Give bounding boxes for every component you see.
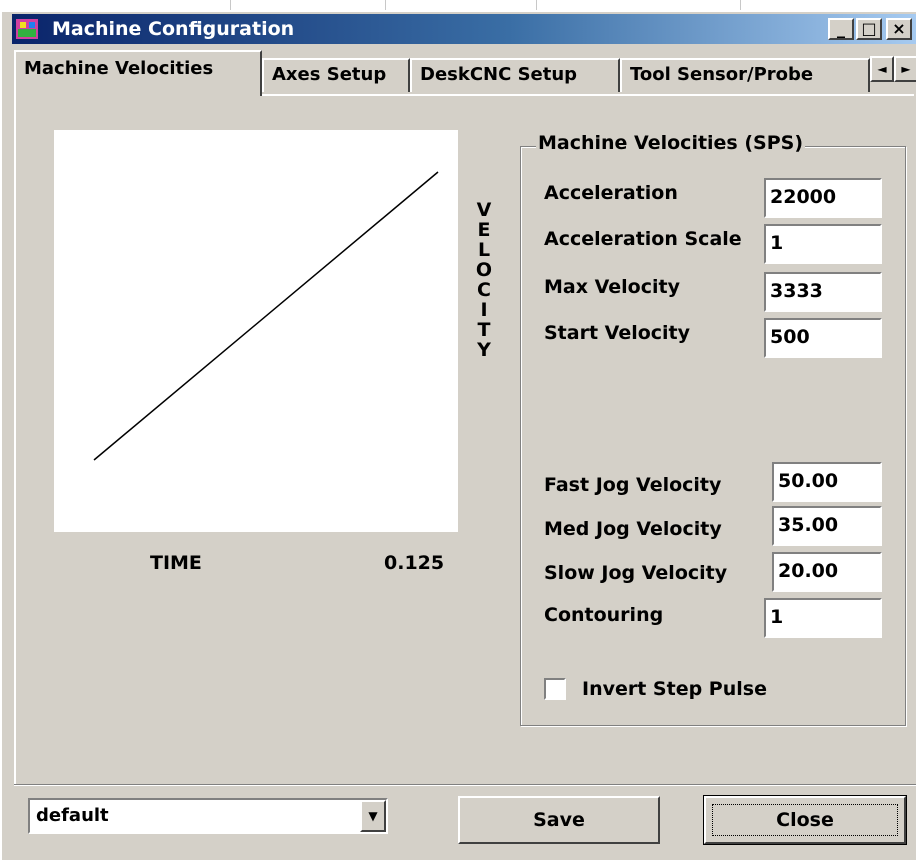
tab-deskcnc-setup[interactable]: DeskCNC Setup: [410, 58, 620, 92]
velocity-axis-label: VELOCITY: [475, 199, 493, 361]
app-icon: [16, 19, 38, 39]
acceleration-scale-label: Acceleration Scale: [544, 228, 742, 250]
med-jog-velocity-input[interactable]: 35.00: [772, 506, 882, 546]
time-axis-label: TIME: [150, 552, 202, 574]
tab-scroll-left-button[interactable]: ◄: [870, 56, 894, 82]
slow-jog-velocity-input[interactable]: 20.00: [772, 552, 882, 592]
max-velocity-input[interactable]: 3333: [764, 272, 882, 312]
arrow-right-icon: ►: [901, 62, 911, 76]
maximize-button[interactable]: □: [856, 18, 882, 40]
background-grid-line: [740, 0, 741, 10]
contouring-label: Contouring: [544, 604, 664, 626]
start-velocity-input[interactable]: 500: [764, 318, 882, 358]
minimize-button[interactable]: _: [828, 18, 854, 40]
time-value: 0.125: [384, 552, 445, 574]
max-velocity-label: Max Velocity: [544, 276, 680, 298]
tab-label: Axes Setup: [272, 64, 387, 85]
slow-jog-velocity-label: Slow Jog Velocity: [544, 562, 728, 584]
chevron-down-icon: ▼: [368, 809, 378, 823]
tab-label: Tool Sensor/Probe: [630, 64, 814, 85]
tab-machine-velocities[interactable]: Machine Velocities: [14, 50, 262, 96]
background-grid-line: [536, 0, 537, 10]
arrow-left-icon: ◄: [877, 62, 887, 76]
fast-jog-velocity-label: Fast Jog Velocity: [544, 474, 722, 496]
med-jog-velocity-label: Med Jog Velocity: [544, 518, 722, 540]
maximize-icon: □: [861, 19, 877, 38]
footer-separator: [14, 784, 916, 786]
start-velocity-label: Start Velocity: [544, 322, 691, 344]
group-title: Machine Velocities (SPS): [536, 132, 806, 154]
window-title: Machine Configuration: [52, 18, 295, 40]
tab-label: Machine Velocities: [24, 58, 214, 79]
tab-axes-setup[interactable]: Axes Setup: [262, 58, 410, 92]
velocity-time-graph: [54, 130, 458, 532]
minimize-icon: _: [837, 19, 845, 38]
fast-jog-velocity-input[interactable]: 50.00: [772, 462, 882, 502]
focus-indicator: [712, 804, 898, 836]
acceleration-scale-input[interactable]: 1: [764, 224, 882, 264]
tab-scroll-right-button[interactable]: ►: [894, 56, 916, 82]
acceleration-label: Acceleration: [544, 182, 678, 204]
tab-strip: Machine Velocities Axes Setup DeskCNC Se…: [14, 50, 916, 96]
title-bar[interactable]: Machine Configuration _ □ ×: [12, 14, 916, 44]
close-window-button[interactable]: ×: [886, 18, 912, 40]
profile-select-value: default: [36, 805, 109, 826]
profile-select[interactable]: default ▼: [28, 798, 388, 834]
tab-label: DeskCNC Setup: [420, 64, 578, 85]
save-button[interactable]: Save: [458, 796, 660, 844]
invert-step-pulse-label[interactable]: Invert Step Pulse: [582, 678, 767, 700]
acceleration-input[interactable]: 22000: [764, 178, 882, 218]
background-grid-line: [385, 0, 386, 10]
tab-tool-sensor-probe[interactable]: Tool Sensor/Probe: [620, 58, 870, 92]
close-button[interactable]: Close: [703, 795, 907, 845]
background-grid-line: [230, 0, 231, 10]
velocity-ramp-line: [93, 171, 439, 461]
save-button-label: Save: [533, 809, 585, 831]
close-icon: ×: [892, 19, 906, 38]
invert-step-pulse-checkbox[interactable]: [544, 678, 566, 700]
contouring-input[interactable]: 1: [764, 598, 882, 638]
profile-dropdown-button[interactable]: ▼: [360, 800, 386, 832]
